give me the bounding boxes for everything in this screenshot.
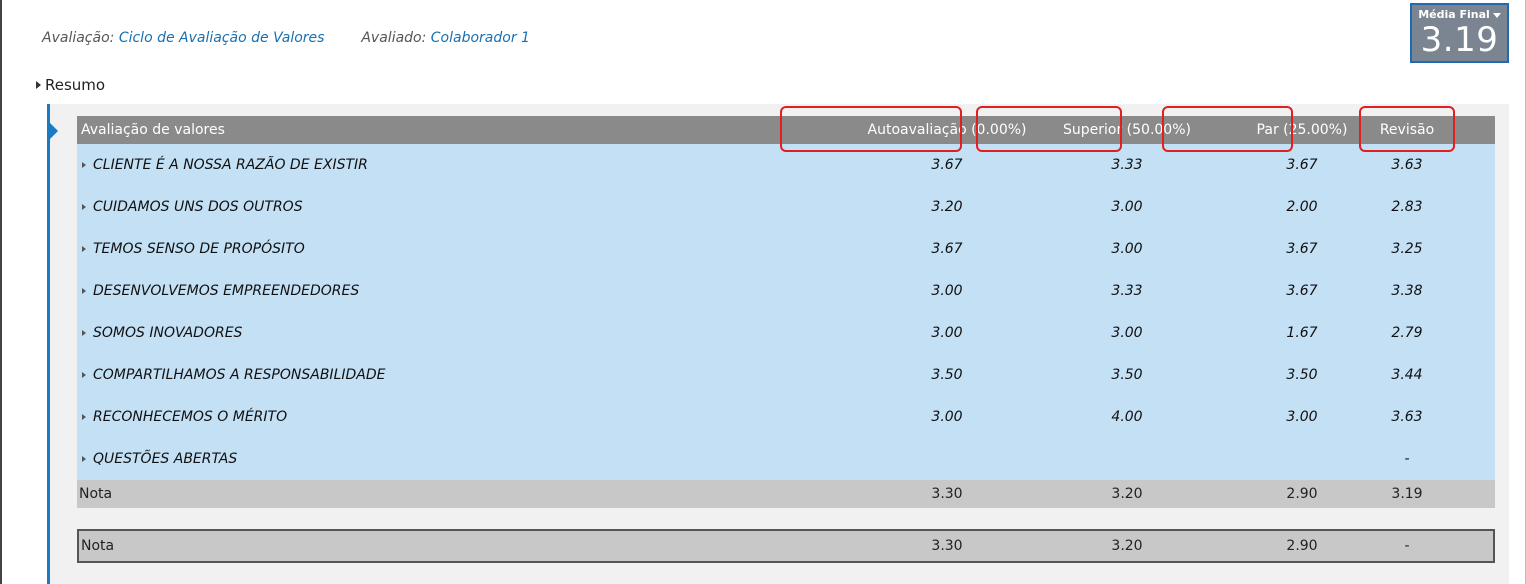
highlight-superior bbox=[976, 106, 1122, 152]
table-row[interactable]: SOMOS INOVADORES 3.00 3.00 1.67 2.79 bbox=[77, 312, 1495, 354]
nota-final-label: Nota bbox=[81, 538, 115, 554]
cell-superior bbox=[1052, 438, 1202, 480]
table-row[interactable]: TEMOS SENSO DE PROPÓSITO 3.67 3.00 3.67 … bbox=[77, 228, 1495, 270]
row-name: RECONHECEMOS O MÉRITO bbox=[93, 409, 288, 425]
row-name-cell[interactable]: RECONHECEMOS O MÉRITO bbox=[77, 396, 777, 438]
row-name-cell[interactable]: COMPARTILHAMOS A RESPONSABILIDADE bbox=[77, 354, 777, 396]
cell-revisao: 2.79 bbox=[1391, 325, 1423, 341]
row-name-cell[interactable]: TEMOS SENSO DE PROPÓSITO bbox=[77, 228, 777, 270]
highlight-par bbox=[1162, 106, 1293, 152]
table-row[interactable]: CUIDAMOS UNS DOS OUTROS 3.20 3.00 2.00 2… bbox=[77, 186, 1495, 228]
col-header-valores: Avaliação de valores bbox=[81, 122, 225, 138]
highlight-autoavaliacao bbox=[780, 106, 962, 152]
nota-superior: 3.20 bbox=[1111, 486, 1143, 502]
nota-final-revisao: - bbox=[1404, 538, 1410, 554]
expand-triangle-icon bbox=[82, 246, 86, 252]
cell-revisao: - bbox=[1404, 451, 1410, 467]
highlight-revisao bbox=[1359, 106, 1455, 152]
row-name: COMPARTILHAMOS A RESPONSABILIDADE bbox=[93, 367, 386, 383]
cell-auto: 3.00 bbox=[931, 325, 963, 341]
avaliado-link[interactable]: Colaborador 1 bbox=[431, 30, 530, 46]
row-name-cell[interactable]: CLIENTE É A NOSSA RAZÃO DE EXISTIR bbox=[77, 144, 777, 186]
cell-auto: 3.00 bbox=[931, 283, 963, 299]
table-row[interactable]: COMPARTILHAMOS A RESPONSABILIDADE 3.50 3… bbox=[77, 354, 1495, 396]
expand-triangle-icon bbox=[82, 288, 86, 294]
cell-par: 3.50 bbox=[1286, 367, 1318, 383]
row-name-cell[interactable]: QUESTÕES ABERTAS bbox=[77, 438, 777, 480]
expand-triangle-icon bbox=[82, 330, 86, 336]
panel-pointer bbox=[50, 123, 58, 139]
resumo-toggle[interactable]: Resumo bbox=[36, 76, 105, 94]
expand-triangle-icon bbox=[82, 456, 86, 462]
row-name: TEMOS SENSO DE PROPÓSITO bbox=[93, 241, 305, 257]
expand-triangle-icon bbox=[82, 414, 86, 420]
table-row[interactable]: DESENVOLVEMOS EMPREENDEDORES 3.00 3.33 3… bbox=[77, 270, 1495, 312]
cell-revisao: 3.25 bbox=[1391, 241, 1423, 257]
nota-revisao: 3.19 bbox=[1391, 486, 1423, 502]
triangle-right-icon bbox=[36, 81, 41, 89]
cell-superior: 4.00 bbox=[1111, 409, 1143, 425]
cell-auto: 3.20 bbox=[931, 199, 963, 215]
nota-final-auto: 3.30 bbox=[931, 538, 963, 554]
row-name: QUESTÕES ABERTAS bbox=[93, 451, 238, 467]
cell-superior: 3.33 bbox=[1111, 283, 1143, 299]
resumo-title: Resumo bbox=[45, 76, 106, 94]
cell-par bbox=[1222, 438, 1382, 480]
expand-triangle-icon bbox=[82, 372, 86, 378]
row-name: CLIENTE É A NOSSA RAZÃO DE EXISTIR bbox=[93, 157, 368, 173]
table-row[interactable]: QUESTÕES ABERTAS - bbox=[77, 438, 1495, 480]
cell-auto: 3.67 bbox=[931, 241, 963, 257]
caret-down-icon bbox=[1492, 13, 1501, 18]
table-row[interactable]: RECONHECEMOS O MÉRITO 3.00 4.00 3.00 3.6… bbox=[77, 396, 1495, 438]
cell-auto: 3.50 bbox=[931, 367, 963, 383]
nota-row: Nota 3.30 3.20 2.90 3.19 bbox=[77, 480, 1495, 508]
cell-superior: 3.50 bbox=[1111, 367, 1143, 383]
expand-triangle-icon bbox=[82, 204, 86, 210]
row-name-cell[interactable]: CUIDAMOS UNS DOS OUTROS bbox=[77, 186, 777, 228]
cell-par: 3.00 bbox=[1286, 409, 1318, 425]
avaliacao-label: Avaliação: bbox=[42, 30, 115, 46]
cell-par: 3.67 bbox=[1286, 283, 1318, 299]
avaliado-label: Avaliado: bbox=[361, 30, 427, 46]
nota-label: Nota bbox=[79, 486, 113, 502]
media-final-value: 3.19 bbox=[1420, 20, 1499, 60]
row-name: DESENVOLVEMOS EMPREENDEDORES bbox=[93, 283, 360, 299]
cell-revisao: 2.83 bbox=[1391, 199, 1423, 215]
cell-par: 1.67 bbox=[1286, 325, 1318, 341]
row-name-cell[interactable]: DESENVOLVEMOS EMPREENDEDORES bbox=[77, 270, 777, 312]
nota-final-superior: 3.20 bbox=[1111, 538, 1143, 554]
cell-superior: 3.00 bbox=[1111, 199, 1143, 215]
nota-final-par: 2.90 bbox=[1286, 538, 1318, 554]
expand-triangle-icon bbox=[82, 162, 86, 168]
cell-revisao: 3.38 bbox=[1391, 283, 1423, 299]
evaluation-header: Avaliação: Ciclo de Avaliação de Valores… bbox=[42, 30, 530, 46]
row-name: SOMOS INOVADORES bbox=[93, 325, 243, 341]
cell-superior: 3.00 bbox=[1111, 241, 1143, 257]
nota-par: 2.90 bbox=[1286, 486, 1318, 502]
cell-superior: 3.00 bbox=[1111, 325, 1143, 341]
cell-revisao: 3.63 bbox=[1391, 409, 1423, 425]
cell-par: 2.00 bbox=[1286, 199, 1318, 215]
avaliacao-link[interactable]: Ciclo de Avaliação de Valores bbox=[119, 30, 325, 46]
values-table: Avaliação de valores Autoavaliação (0.00… bbox=[77, 116, 1495, 508]
media-final-box[interactable]: Média Final 3.19 bbox=[1410, 3, 1509, 63]
cell-par: 3.67 bbox=[1286, 241, 1318, 257]
cell-revisao: 3.44 bbox=[1391, 367, 1423, 383]
nota-auto: 3.30 bbox=[931, 486, 963, 502]
row-name: CUIDAMOS UNS DOS OUTROS bbox=[93, 199, 303, 215]
row-name-cell[interactable]: SOMOS INOVADORES bbox=[77, 312, 777, 354]
cell-auto: 3.00 bbox=[931, 409, 963, 425]
cell-auto bbox=[857, 438, 1037, 480]
nota-final-row: Nota 3.30 3.20 2.90 - bbox=[77, 529, 1495, 563]
